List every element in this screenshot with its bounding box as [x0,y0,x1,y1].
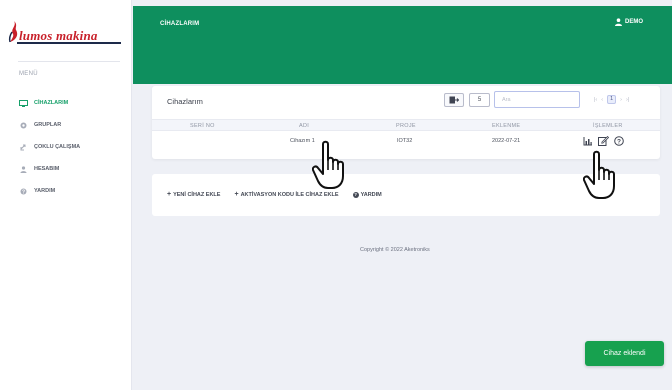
svg-text:?: ? [21,189,24,195]
column-header-serial[interactable]: SERİ NO [190,123,215,129]
sidebar-item-label: CİHAZLARIM [34,100,69,106]
plus-icon: + [167,191,172,198]
gear-icon [18,121,28,129]
help-icon: ? [352,191,359,198]
help-icon[interactable]: ? [614,136,624,146]
sidebar-item-label: ÇOKLU ÇALIŞMA [34,144,81,150]
cell-added: 2022-07-21 [492,138,521,144]
add-device-label: YENİ CİHAZ EKLE [173,191,221,198]
current-page-button[interactable]: 1 [607,95,617,104]
page-size-select[interactable]: 5 [469,93,490,107]
sidebar-item-label: YARDIM [34,188,56,194]
sidebar-item-hesabim[interactable]: HESABIM [18,158,128,180]
page-header: CİHAZLARIM DEMO [133,6,672,84]
next-page-button[interactable]: › [620,97,622,103]
monitor-icon [18,99,28,107]
table-header: SERİ NO ADI PROJE EKLENME İŞLEMLER [152,119,660,131]
card-title: Cihazlarım [167,97,203,106]
sidebar-menu: CİHAZLARIM GRUPLAR ÇOKLU ÇALIŞMA HESABIM… [18,92,128,202]
hand-pointer-icon [583,150,615,199]
hand-pointer-icon [312,140,344,189]
help-label: YARDIM [360,191,382,198]
lumos-makina-logo[interactable]: lumos makina [5,18,123,46]
user-name: DEMO [625,19,643,25]
export-button[interactable] [444,93,464,107]
export-icon [449,96,459,104]
column-header-project[interactable]: PROJE [396,123,416,129]
copyright-text: Copyright © 2022 Aketroniks [360,247,430,253]
user-icon [18,165,28,173]
action-links: + YENİ CİHAZ EKLE + AKTİVASYON KODU İLE … [167,191,396,198]
logo-underline [17,42,121,44]
page-title: CİHAZLARIM [160,21,200,27]
cell-project: IOT32 [397,138,413,144]
chart-icon[interactable] [583,136,593,146]
sidebar-item-coklu-calisma[interactable]: ÇOKLU ÇALIŞMA [18,136,128,158]
first-page-button[interactable]: |‹ [594,97,597,103]
column-header-actions: İŞLEMLER [593,123,623,129]
user-menu[interactable]: DEMO [615,18,643,26]
add-by-activation-code-link[interactable]: + AKTİVASYON KODU İLE CİHAZ EKLE [234,191,338,198]
plus-icon: + [234,191,239,198]
prev-page-button[interactable]: ‹ [601,97,603,103]
sidebar-item-cihazlarim[interactable]: CİHAZLARIM [18,92,128,114]
table-row[interactable]: Cihazım 1 IOT32 2022-07-21 ? [152,131,660,151]
sidebar-item-label: HESABIM [34,166,60,172]
add-by-code-label: AKTİVASYON KODU İLE CİHAZ EKLE [240,191,339,198]
user-icon [615,18,622,26]
devices-card: Cihazlarım 5 |‹ ‹ 1 › ›| SERİ NO ADI PRO… [152,86,660,159]
toast-notification[interactable]: Cihaz eklendi [585,341,664,366]
edit-icon[interactable] [598,136,609,146]
sidebar-item-gruplar[interactable]: GRUPLAR [18,114,128,136]
row-actions: ? [583,136,629,146]
help-icon: ? [18,187,28,195]
search-input[interactable] [494,91,580,108]
menu-title: MENÜ [19,71,38,77]
svg-text:?: ? [617,138,621,145]
sidebar-divider [18,61,120,62]
column-header-added[interactable]: EKLENME [492,123,520,129]
sidebar: lumos makina MENÜ CİHAZLARIM GRUPLAR ÇOK… [0,0,132,390]
last-page-button[interactable]: ›| [626,97,629,103]
link-icon [18,143,28,151]
help-link[interactable]: ? YARDIM [352,191,382,198]
pagination: |‹ ‹ 1 › ›| [592,95,631,104]
sidebar-item-yardim[interactable]: ? YARDIM [18,180,128,202]
add-device-link[interactable]: + YENİ CİHAZ EKLE [167,191,220,198]
column-header-name[interactable]: ADI [299,123,309,129]
sidebar-item-label: GRUPLAR [34,122,62,128]
